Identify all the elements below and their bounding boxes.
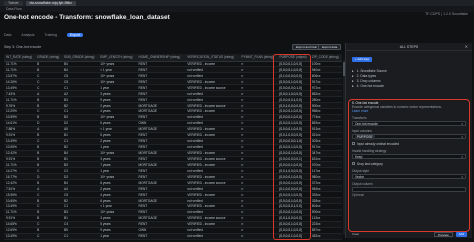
view-tabs: Data Analysis Training Export [4, 33, 84, 37]
table-cell[interactable]: C [35, 233, 63, 241]
purpose-column-highlight [273, 54, 311, 240]
transform-value: One-hot encode [355, 122, 378, 126]
clear-button[interactable]: Clear [352, 232, 359, 236]
version-label: TF-CDPS | 1.2.0 Snowflake [425, 12, 468, 16]
chevron-down-icon: ▾ [461, 122, 463, 126]
chevron-down-icon: ▾ [461, 155, 463, 159]
table-cell[interactable]: n [239, 233, 278, 241]
output-column-label: Output column [352, 182, 373, 186]
column-header[interactable]: EMP_LENGTH (string) [98, 54, 137, 62]
preview-button[interactable]: Preview [433, 231, 453, 237]
app-bar: Data Flow [0, 6, 474, 12]
learn-more-link[interactable]: Learn more [352, 109, 466, 113]
output-style-label: Output style [352, 169, 370, 173]
invalid-handling-select[interactable]: Keep ▾ [352, 154, 466, 159]
chevron-down-icon: ▾ [461, 135, 463, 139]
export-data-button[interactable]: Export data [318, 44, 342, 50]
invalid-handling-value: Keep [355, 155, 363, 159]
page-title: One-hot encode - Transform: snowflake_lo… [4, 14, 170, 21]
output-style-select[interactable]: Vector ▾ [352, 174, 466, 179]
table-cell[interactable]: 1 year [98, 233, 137, 241]
column-header[interactable]: VERIFICATION_STATUS (string) [185, 54, 240, 62]
export-and-train-button[interactable]: Export and train [292, 44, 322, 50]
step-icon: ▸ [352, 84, 354, 88]
step-editor: 5. One-hot encode Encode categorical var… [352, 101, 466, 197]
checkbox-label: Input already ordinal encoded [357, 141, 399, 146]
browser-tab-active[interactable]: dw-snowflake-mjq-fyb-9ttkx [25, 0, 76, 6]
column-header[interactable]: SUB_GRADE (string) [62, 54, 99, 62]
steps-list: ▸ 1. Snowflake Source ▸ 2. Data types ▸ 3. … [352, 69, 467, 89]
column-header[interactable]: GRADE (string) [35, 54, 63, 62]
column-header[interactable]: HOME_OWNERSHIP (string) [136, 54, 186, 62]
table-cell[interactable]: not verified [185, 233, 240, 241]
tab-analysis[interactable]: Analysis [21, 33, 34, 37]
column-header[interactable]: INT_RATE (string) [4, 54, 36, 62]
checkbox[interactable] [352, 142, 355, 145]
step-label: Step 3: One-hot encode [4, 45, 42, 49]
table-cell[interactable]: 13.49% [4, 233, 36, 241]
column-header[interactable]: ZIP_CODE (string) [309, 54, 342, 62]
add-button[interactable]: Add [455, 231, 467, 237]
drop-last-checkbox-row[interactable]: Drop last category [352, 161, 466, 166]
steps-side-panel: ALL STEPS ✕ + Add step ▸ 1. Snowflake Sou… [345, 43, 472, 238]
tab-export[interactable]: Export [66, 33, 84, 37]
table-cell[interactable]: C1 [62, 233, 99, 241]
step-label: 4. One-hot encode [356, 84, 384, 88]
chevron-down-icon: ▾ [461, 175, 463, 179]
table-cell[interactable]: RENT [136, 233, 186, 241]
browser-tab[interactable]: Tabnet [4, 0, 23, 6]
input-columns-label: Input columns [352, 129, 372, 133]
table-cell[interactable]: 452xx [309, 233, 342, 241]
checkbox[interactable] [352, 162, 355, 165]
transform-select[interactable]: One-hot encode ▾ [352, 121, 466, 126]
side-panel-footer: Clear Preview Add [346, 230, 473, 238]
add-step-button[interactable]: + Add step [352, 57, 373, 62]
app-breadcrumb[interactable]: Data Flow [6, 7, 22, 11]
side-panel-title: ALL STEPS [346, 43, 472, 51]
output-style-value: Vector [355, 175, 365, 179]
checkbox-label: Drop last category [357, 161, 383, 166]
transform-label: Transform [352, 116, 367, 120]
column-chip[interactable]: PURPOSE [355, 135, 375, 140]
column-header[interactable]: PYMNT_PLAN (string) [239, 54, 278, 62]
output-column-input[interactable] [352, 187, 466, 192]
ordinal-encoded-checkbox-row[interactable]: Input already ordinal encoded [352, 141, 466, 146]
input-columns-select[interactable]: PURPOSE ▾ [352, 134, 466, 140]
tab-data[interactable]: Data [4, 33, 11, 37]
tab-training[interactable]: Training [44, 33, 57, 37]
invalid-handling-label: Invalid handling strategy [352, 149, 387, 153]
close-icon[interactable]: ✕ [465, 44, 468, 49]
optional-hint: Optional [352, 193, 364, 197]
step-item[interactable]: ▸ 4. One-hot encode [352, 84, 467, 89]
page-header: One-hot encode - Transform: snowflake_lo… [4, 14, 170, 21]
